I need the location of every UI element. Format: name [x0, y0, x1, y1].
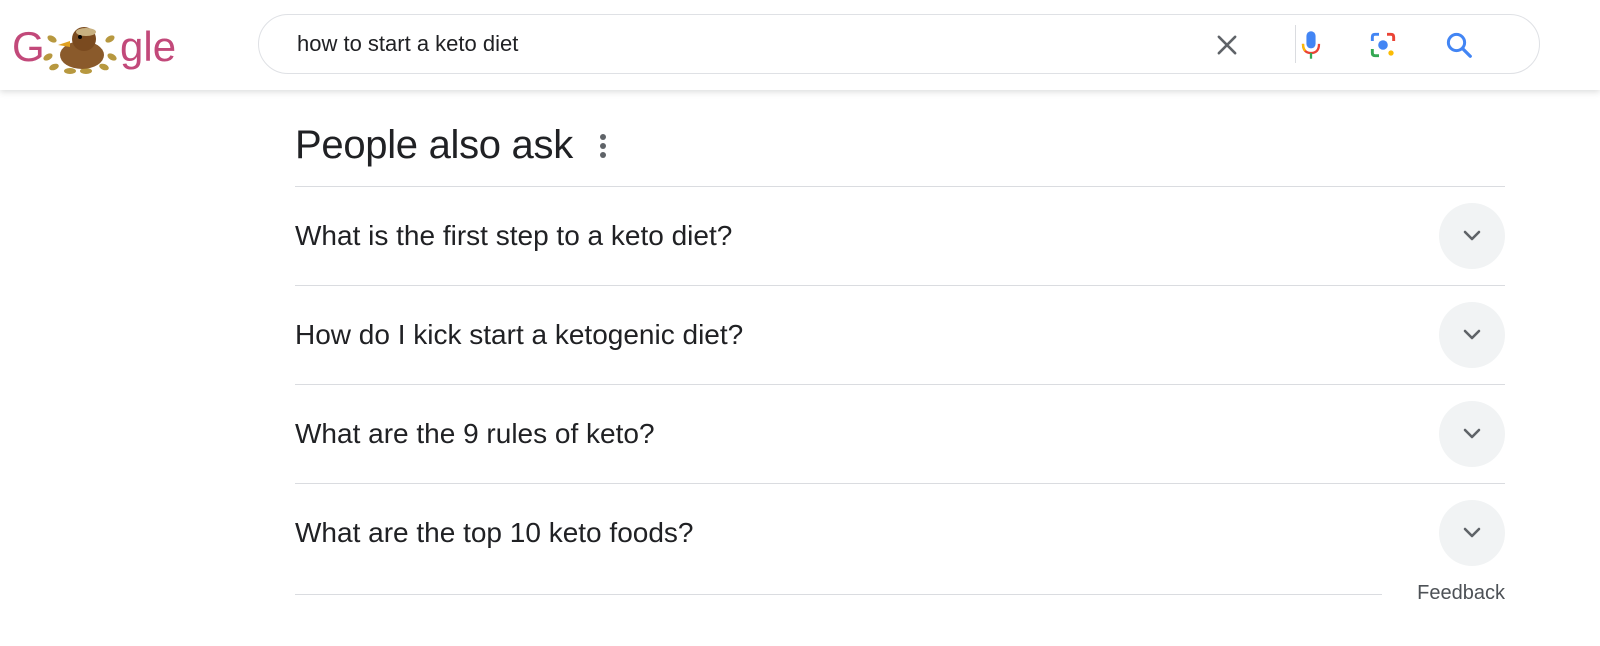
paa-question-list: What is the first step to a keto diet? H…: [295, 186, 1505, 582]
feedback-row: Feedback: [295, 582, 1505, 612]
paa-question-row[interactable]: How do I kick start a ketogenic diet?: [295, 286, 1505, 385]
paa-question-row[interactable]: What are the 9 rules of keto?: [295, 385, 1505, 484]
microphone-icon[interactable]: [1295, 29, 1327, 61]
chevron-down-icon[interactable]: [1439, 302, 1505, 368]
chevron-down-icon[interactable]: [1439, 401, 1505, 467]
svg-text:G: G: [12, 23, 45, 70]
more-options-icon[interactable]: [593, 132, 613, 160]
divider: [295, 594, 1382, 595]
close-icon[interactable]: [1211, 29, 1243, 61]
paa-question-text: What are the top 10 keto foods?: [295, 517, 694, 548]
search-box[interactable]: [258, 14, 1540, 74]
doodle-logo-icon: G gle: [12, 23, 176, 74]
paa-question-text: What is the first step to a keto diet?: [295, 220, 733, 251]
header: G gle: [0, 0, 1600, 90]
search-icon[interactable]: [1443, 29, 1475, 61]
camera-lens-icon[interactable]: [1367, 29, 1399, 61]
paa-question-row[interactable]: What are the top 10 keto foods?: [295, 484, 1505, 582]
feedback-link[interactable]: Feedback: [1417, 582, 1505, 605]
chevron-down-icon[interactable]: [1439, 500, 1505, 566]
paa-title: People also ask: [295, 123, 573, 167]
paa-header: People also ask: [295, 120, 1505, 170]
google-doodle-logo[interactable]: G gle: [12, 17, 182, 79]
paa-question-text: What are the 9 rules of keto?: [295, 418, 655, 449]
chevron-down-icon[interactable]: [1439, 203, 1505, 269]
paa-question-row[interactable]: What is the first step to a keto diet?: [295, 187, 1505, 286]
paa-question-text: How do I kick start a ketogenic diet?: [295, 319, 744, 350]
search-input[interactable]: [297, 28, 1177, 60]
svg-text:gle: gle: [120, 23, 176, 70]
